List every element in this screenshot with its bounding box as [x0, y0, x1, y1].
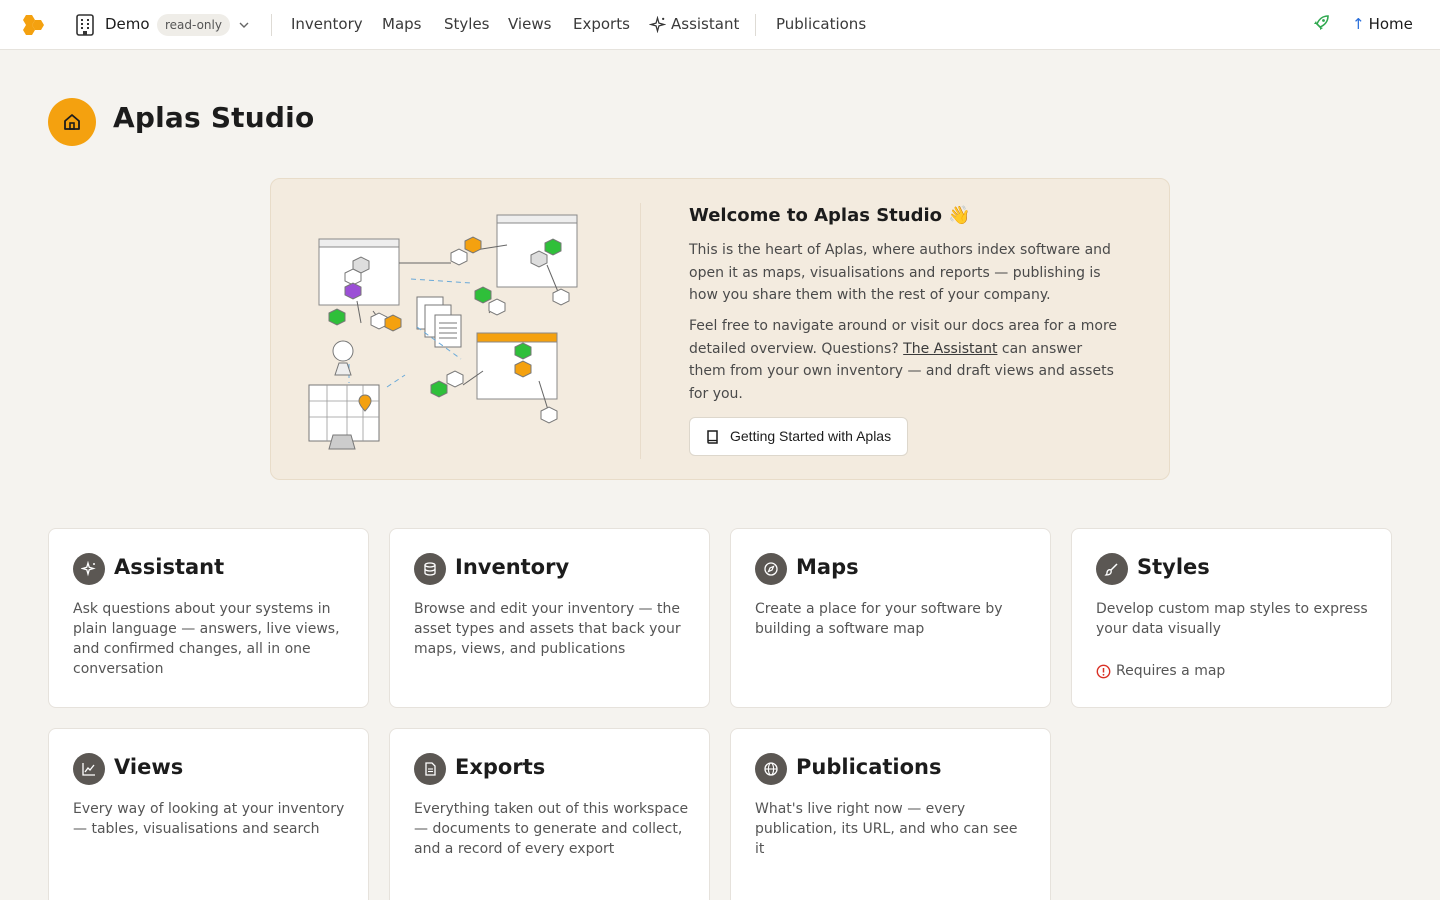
card-views[interactable]: Views Every way of looking at your inven… — [48, 728, 369, 900]
card-title: Views — [114, 755, 184, 779]
compass-icon — [755, 553, 787, 585]
card-title: Maps — [796, 555, 859, 579]
card-title: Assistant — [114, 555, 225, 579]
nav-exports[interactable]: Exports — [573, 15, 630, 33]
database-icon — [414, 553, 446, 585]
card-assistant[interactable]: Assistant Ask questions about your syste… — [48, 528, 369, 708]
warning-text: Requires a map — [1116, 663, 1226, 679]
card-title: Publications — [796, 755, 942, 779]
globe-icon — [755, 753, 787, 785]
sparkle-icon — [649, 16, 666, 33]
card-description: Every way of looking at your inventory —… — [73, 801, 345, 837]
getting-started-label: Getting Started with Aplas — [730, 428, 892, 444]
book-icon — [707, 430, 718, 444]
getting-started-button[interactable]: Getting Started with Aplas — [689, 417, 909, 456]
arrow-up-icon: ↑ — [1352, 15, 1365, 33]
home-badge-icon — [48, 98, 96, 146]
chart-icon — [73, 753, 105, 785]
panel-divider — [640, 203, 641, 459]
read-only-badge: read-only — [157, 14, 230, 36]
card-description: Develop custom map styles to express you… — [1096, 601, 1368, 637]
card-title: Inventory — [455, 555, 570, 579]
nav-assistant[interactable]: Assistant — [671, 15, 739, 33]
card-exports[interactable]: Exports Everything taken out of this wor… — [389, 728, 710, 900]
rocket-icon[interactable] — [1311, 13, 1331, 33]
document-icon — [414, 753, 446, 785]
nav-divider — [755, 14, 756, 36]
card-maps[interactable]: Maps Create a place for your software by… — [730, 528, 1051, 708]
brush-icon — [1096, 553, 1128, 585]
card-styles[interactable]: Styles Develop custom map styles to expr… — [1071, 528, 1392, 708]
welcome-illustration — [308, 214, 578, 450]
nav-maps[interactable]: Maps — [382, 15, 421, 33]
workspace-name[interactable]: Demo — [105, 15, 150, 33]
card-description: Everything taken out of this workspace —… — [414, 801, 689, 857]
home-label: Home — [1368, 15, 1413, 33]
requires-map-warning: Requires a map — [1096, 663, 1225, 679]
welcome-paragraph-1: This is the heart of Aplas, where author… — [689, 242, 1111, 303]
card-publications[interactable]: Publications What's live right now — eve… — [730, 728, 1051, 900]
nav-publications[interactable]: Publications — [776, 15, 866, 33]
nav-styles[interactable]: Styles — [444, 15, 490, 33]
aplas-logo-icon[interactable] — [22, 13, 50, 37]
assistant-link[interactable]: The Assistant — [903, 341, 997, 357]
sparkle-icon — [73, 553, 105, 585]
card-description: What's live right now — every publicatio… — [755, 801, 1018, 857]
nav-views[interactable]: Views — [508, 15, 551, 33]
card-description: Create a place for your software by buil… — [755, 601, 1003, 637]
top-navigation: Demo read-only Inventory Maps Styles Vie… — [0, 0, 1440, 50]
page-title: Aplas Studio — [113, 101, 315, 134]
home-icon — [64, 114, 80, 130]
alert-circle-icon — [1096, 664, 1111, 678]
welcome-panel: Welcome to Aplas Studio 👋 This is the he… — [270, 178, 1170, 480]
card-description: Browse and edit your inventory — the ass… — [414, 601, 681, 657]
welcome-paragraph-2: Feel free to navigate around or visit ou… — [689, 315, 1119, 405]
card-title: Exports — [455, 755, 546, 779]
card-title: Styles — [1137, 555, 1210, 579]
card-inventory[interactable]: Inventory Browse and edit your inventory… — [389, 528, 710, 708]
nav-divider — [271, 14, 272, 36]
home-link[interactable]: ↑ Home — [1352, 15, 1413, 33]
nav-inventory[interactable]: Inventory — [291, 15, 363, 33]
welcome-title: Welcome to Aplas Studio 👋 — [689, 205, 971, 226]
building-icon[interactable] — [75, 14, 95, 36]
card-description: Ask questions about your systems in plai… — [73, 601, 340, 677]
chevron-down-icon[interactable] — [238, 17, 250, 33]
